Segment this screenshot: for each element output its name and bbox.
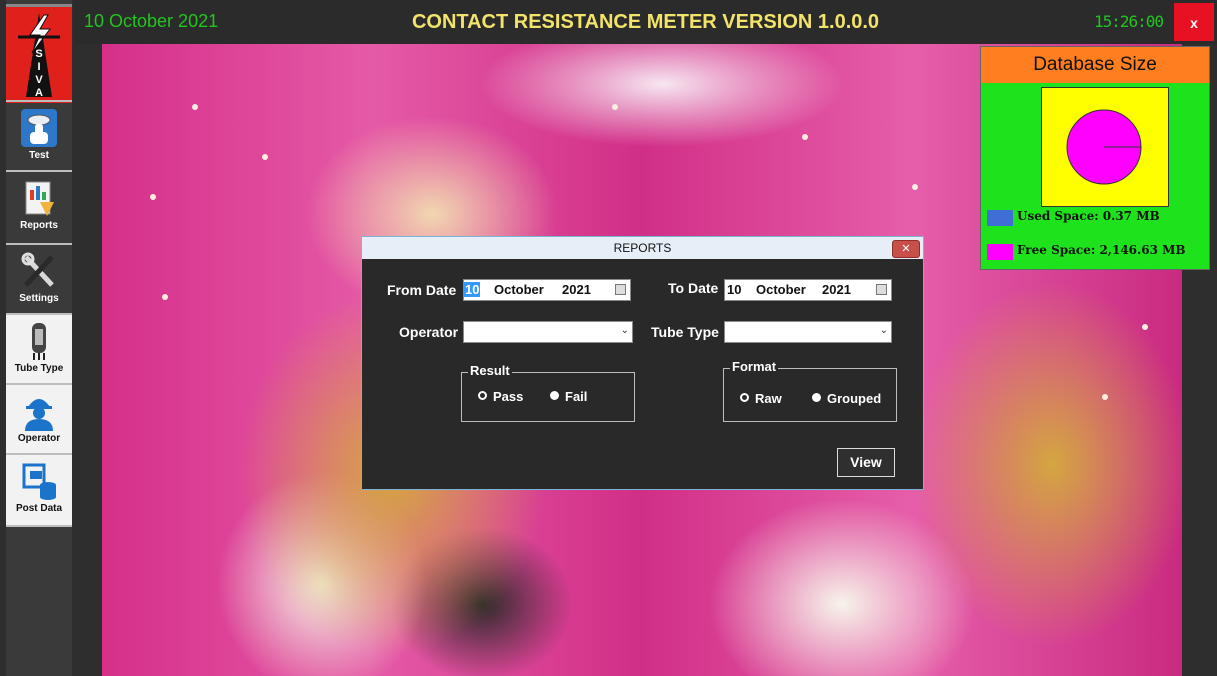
format-grouped-radio[interactable]: Grouped (812, 391, 881, 406)
nav-tube-type[interactable]: Tube Type (6, 313, 72, 385)
tube-type-dropdown[interactable]: ⌄ (724, 321, 892, 343)
from-date-day: 10 (464, 282, 481, 297)
nav-reports-label: Reports (20, 220, 58, 231)
to-date-picker[interactable]: 10 October 2021 (724, 279, 892, 301)
lightning-tower-icon: S I V A (18, 13, 60, 99)
calendar-icon (615, 284, 626, 295)
reports-dialog: REPORTS ✕ From Date 10 October 2021 To D… (361, 236, 924, 490)
database-size-title: Database Size (981, 47, 1209, 83)
to-date-month: October (756, 282, 806, 297)
chevron-down-icon: ⌄ (879, 325, 888, 336)
wrench-screwdriver-icon (21, 252, 54, 287)
logo-letter-s: S (35, 48, 42, 60)
format-legend: Format (730, 359, 779, 374)
from-date-year: 2021 (562, 282, 591, 297)
post-data-database-icon (22, 463, 56, 500)
radio-filled-icon (812, 393, 821, 402)
view-button[interactable]: View (837, 448, 895, 477)
database-size-panel: Database Size Used Space: 0.37 MB Free S… (980, 46, 1210, 270)
logo-letter-i: I (37, 61, 40, 73)
database-pie-chart (1041, 87, 1169, 207)
from-date-label: From Date (387, 282, 457, 298)
dialog-close-button[interactable]: ✕ (892, 240, 920, 258)
result-legend: Result (468, 363, 512, 378)
radio-empty-icon (740, 393, 749, 402)
from-date-month: October (494, 282, 544, 297)
radio-empty-icon (478, 391, 487, 400)
to-date-year: 2021 (822, 282, 851, 297)
result-group: Result Pass Fail (461, 363, 635, 422)
nav-reports[interactable]: Reports (6, 170, 72, 242)
siva-logo: S I V A (6, 4, 72, 103)
free-space-label: Free Space: 2,146.63 MB (1017, 243, 1186, 257)
result-pass-radio[interactable]: Pass (478, 389, 523, 404)
to-date-label: To Date (668, 280, 719, 296)
operator-label: Operator (399, 324, 459, 340)
nav-tube-type-label: Tube Type (14, 363, 64, 374)
reports-icon (25, 181, 54, 216)
close-app-button[interactable]: x (1174, 3, 1214, 41)
sidebar: S I V A Test Reports Settings Tube Type … (6, 0, 72, 676)
radio-filled-icon (550, 391, 559, 400)
clock: 15:26:00 (1094, 12, 1164, 31)
format-raw-radio[interactable]: Raw (740, 391, 782, 406)
format-group: Format Raw Grouped (723, 359, 897, 422)
free-space-swatch (987, 244, 1013, 260)
chevron-down-icon: ⌄ (620, 325, 629, 336)
used-space-label: Used Space: 0.37 MB (1017, 209, 1160, 223)
nav-operator-label: Operator (17, 433, 61, 444)
app-title: CONTACT RESISTANCE METER VERSION 1.0.0.0 (411, 11, 880, 33)
logo-letter-a: A (35, 87, 43, 99)
vacuum-tube-icon (32, 323, 46, 360)
reports-dialog-title: REPORTS (362, 237, 923, 259)
to-date-day: 10 (727, 282, 742, 297)
nav-post-data-label: Post Data (15, 503, 63, 514)
nav-test[interactable]: Test (6, 100, 72, 172)
calendar-icon (876, 284, 887, 295)
nav-test-label: Test (29, 150, 49, 161)
nav-settings[interactable]: Settings (6, 243, 72, 315)
used-space-swatch (987, 210, 1013, 226)
result-fail-radio[interactable]: Fail (550, 389, 587, 404)
from-date-picker[interactable]: 10 October 2021 (463, 279, 631, 301)
title-bar: 10 October 2021 CONTACT RESISTANCE METER… (74, 0, 1217, 44)
operator-helmet-icon (25, 399, 53, 431)
operator-dropdown[interactable]: ⌄ (463, 321, 633, 343)
test-hand-icon (21, 109, 57, 147)
logo-letter-v: V (35, 74, 43, 86)
nav-post-data[interactable]: Post Data (6, 453, 72, 527)
nav-settings-label: Settings (19, 293, 59, 304)
nav-operator[interactable]: Operator (6, 383, 72, 455)
tube-type-label: Tube Type (651, 324, 719, 340)
app-window: S I V A Test Reports Settings Tube Type … (0, 0, 1217, 676)
